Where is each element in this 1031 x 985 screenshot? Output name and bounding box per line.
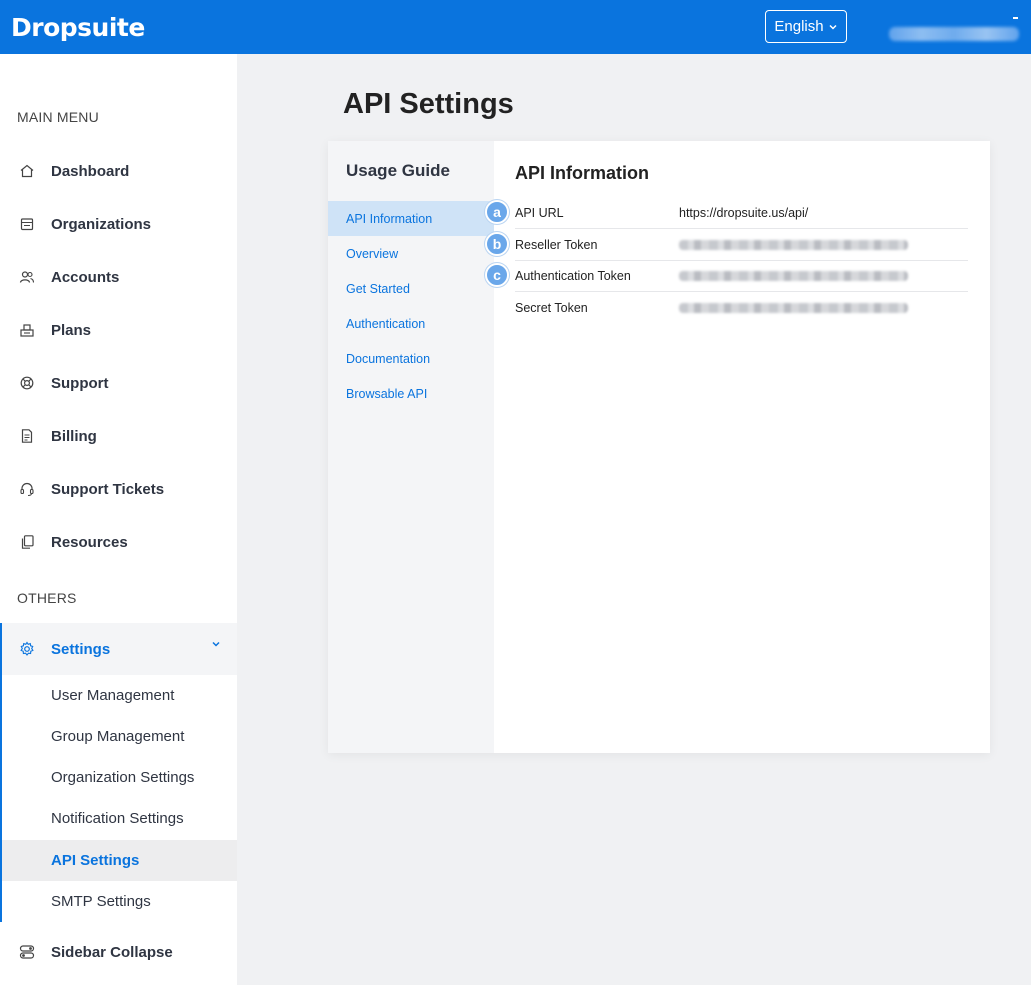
sidebar-item-label: Resources <box>51 533 128 551</box>
home-icon <box>19 163 35 179</box>
chevron-down-icon <box>829 24 837 30</box>
sidebar-item-label: Support Tickets <box>51 480 165 498</box>
sidebar-item-label: Support <box>51 374 109 392</box>
page-title: API Settings <box>343 88 514 120</box>
plans-icon <box>19 322 35 338</box>
user-account-blurred[interactable] <box>889 27 1019 41</box>
submenu-item-smtp-settings[interactable]: SMTP Settings <box>2 881 237 922</box>
guide-item-authentication[interactable]: Authentication <box>328 306 494 341</box>
usage-guide-title: Usage Guide <box>346 161 450 180</box>
guide-item-documentation[interactable]: Documentation <box>328 341 494 376</box>
others-label: OTHERS <box>17 590 77 606</box>
guide-item-label: Overview <box>346 246 399 261</box>
submenu-item-label: Group Management <box>51 728 185 745</box>
sidebar-item-dashboard[interactable]: Dashboard <box>0 151 237 191</box>
reseller-token-row: Reseller Token <box>515 229 968 261</box>
sidebar-item-label: Organizations <box>51 215 152 233</box>
guide-item-label: Get Started <box>346 281 410 296</box>
secret-token-value-blurred[interactable] <box>679 303 908 313</box>
submenu-item-label: User Management <box>51 687 175 704</box>
users-icon <box>19 269 35 285</box>
sidebar-item-settings[interactable]: Settings <box>0 623 237 675</box>
guide-item-browsable-api[interactable]: Browsable API <box>328 376 494 411</box>
sidebar-item-billing[interactable]: Billing <box>0 416 237 456</box>
lifebuoy-icon <box>19 375 35 391</box>
authentication-token-value-blurred[interactable] <box>679 271 908 281</box>
guide-item-overview[interactable]: Overview <box>328 236 494 271</box>
submenu-item-user-management[interactable]: User Management <box>2 675 237 716</box>
chevron-down-icon[interactable] <box>210 638 222 650</box>
sidebar-item-resources[interactable]: Resources <box>0 522 237 562</box>
row-key: Reseller Token <box>515 238 598 252</box>
reseller-token-value-blurred[interactable] <box>679 240 908 250</box>
guide-item-api-information[interactable]: API Information <box>328 201 494 236</box>
submenu-item-label: Organization Settings <box>51 769 195 786</box>
guide-item-get-started[interactable]: Get Started <box>328 271 494 306</box>
api-url-row: API URL https://dropsuite.us/api/ <box>515 197 968 229</box>
usage-guide-panel: Usage Guide API Information Overview Get… <box>328 141 494 753</box>
sidebar-item-label: Sidebar Collapse <box>51 943 173 961</box>
callout-badge-a: a <box>485 200 509 224</box>
row-key: Secret Token <box>515 301 588 315</box>
sidebar-item-label: Billing <box>51 427 97 445</box>
sidebar-item-label: Plans <box>51 321 92 339</box>
top-bar: Dropsuite English <box>0 0 1031 54</box>
callout-badge-c: c <box>485 263 509 287</box>
submenu-item-notification-settings[interactable]: Notification Settings <box>2 798 237 839</box>
guide-item-label: Documentation <box>346 351 431 366</box>
submenu-item-organization-settings[interactable]: Organization Settings <box>2 757 237 798</box>
callout-badge-b: b <box>485 232 509 256</box>
settings-submenu: User Management Group Management Organiz… <box>0 675 237 922</box>
sidebar-item-plans[interactable]: Plans <box>0 310 237 350</box>
sidebar: MAIN MENU Dashboard Organizations Accoun… <box>0 54 237 985</box>
sidebar-item-support-tickets[interactable]: Support Tickets <box>0 469 237 509</box>
secret-token-row: Secret Token <box>515 292 968 324</box>
sidebar-item-support[interactable]: Support <box>0 363 237 403</box>
api-settings-card: Usage Guide API Information Overview Get… <box>328 141 990 753</box>
user-menu-dash <box>1013 17 1018 19</box>
sidebar-item-organizations[interactable]: Organizations <box>0 204 237 244</box>
guide-item-label: API Information <box>346 211 433 226</box>
authentication-token-row: Authentication Token <box>515 260 968 292</box>
submenu-item-label: API Settings <box>51 852 140 869</box>
gear-icon <box>19 641 35 657</box>
toggle-icon <box>19 944 35 960</box>
sidebar-item-label: Dashboard <box>51 162 130 180</box>
language-label: English <box>774 18 824 35</box>
guide-item-label: Browsable API <box>346 386 428 401</box>
guide-item-label: Authentication <box>346 316 426 331</box>
main-menu-label: MAIN MENU <box>17 109 99 125</box>
sidebar-item-label: Accounts <box>51 268 120 286</box>
submenu-item-group-management[interactable]: Group Management <box>2 716 237 757</box>
submenu-item-label: SMTP Settings <box>51 893 151 910</box>
api-url-value[interactable]: https://dropsuite.us/api/ <box>679 206 808 220</box>
language-selector[interactable]: English <box>765 10 847 43</box>
headset-icon <box>19 481 35 497</box>
sidebar-collapse-button[interactable]: Sidebar Collapse <box>0 932 237 972</box>
dropsuite-logo[interactable]: Dropsuite <box>11 13 145 42</box>
row-key: API URL <box>515 206 564 220</box>
copy-icon <box>19 534 35 550</box>
sidebar-item-label: Settings <box>51 640 111 658</box>
row-key: Authentication Token <box>515 269 631 283</box>
sidebar-item-accounts[interactable]: Accounts <box>0 257 237 297</box>
submenu-item-label: Notification Settings <box>51 810 184 827</box>
submenu-item-api-settings[interactable]: API Settings <box>2 840 237 881</box>
building-icon <box>19 216 35 232</box>
invoice-icon <box>19 428 35 444</box>
api-information-title: API Information <box>515 163 649 183</box>
